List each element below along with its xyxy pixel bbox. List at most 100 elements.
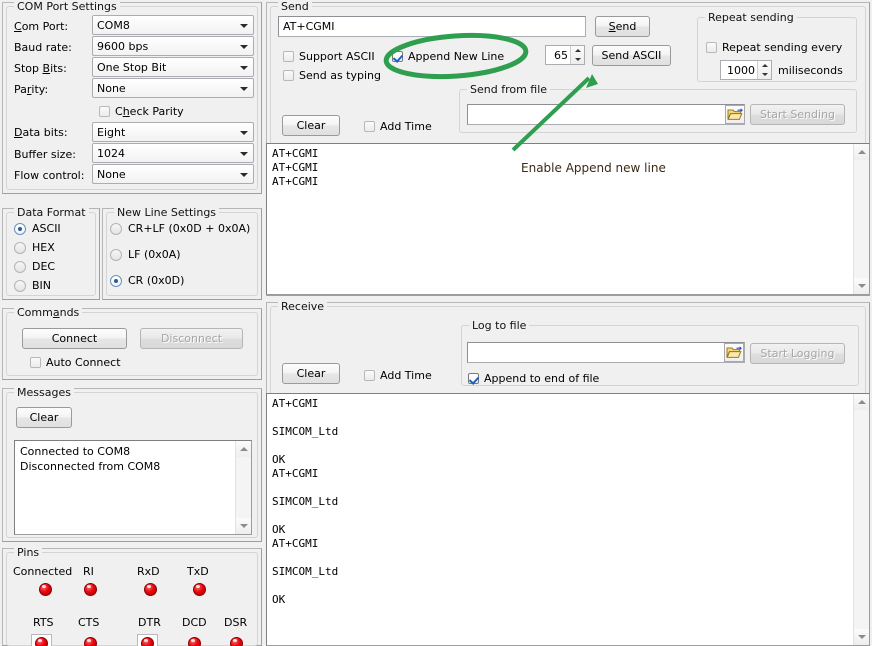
spinner-down-icon[interactable] <box>571 55 584 64</box>
checkbox-box <box>392 51 403 62</box>
pin-label-connected: Connected <box>13 565 72 578</box>
radio-data-format-hex[interactable]: HEX <box>14 241 55 254</box>
repeat-sending-checkbox[interactable]: Repeat sending every <box>706 41 842 54</box>
repeat-unit-label: miliseconds <box>778 64 843 77</box>
flow-control-combo[interactable]: None <box>92 164 254 184</box>
receive-log[interactable]: AT+CGMI SIMCOM_Ltd OK AT+CGMI SIMCOM_Ltd… <box>266 393 870 646</box>
stop-bits-label: Stop Bits: <box>14 62 67 75</box>
stop-bits-combo[interactable]: One Stop Bit <box>92 57 254 77</box>
radio-dot <box>110 249 122 261</box>
send-from-file-browse-button[interactable] <box>725 105 745 124</box>
send-as-typing-checkbox[interactable]: Send as typing <box>283 69 381 82</box>
pin-label-dsr: DSR <box>224 616 247 629</box>
flow-control-value: None <box>97 168 126 181</box>
connect-button[interactable]: Connect <box>22 328 127 349</box>
radio-dot <box>14 242 26 254</box>
radio-newline-cr[interactable]: CR (0x0D) <box>110 274 184 287</box>
spinner-up-icon[interactable] <box>571 46 584 55</box>
ascii-code-value: 65 <box>546 46 570 64</box>
parity-combo[interactable]: None <box>92 78 254 98</box>
send-ascii-label: Send ASCII <box>602 49 662 62</box>
chevron-down-icon <box>240 45 248 49</box>
radio-data-format-bin[interactable]: BIN <box>14 279 51 292</box>
send-clear-button[interactable]: Clear <box>282 115 340 136</box>
pin-label-dcd: DCD <box>182 616 207 629</box>
send-ascii-button[interactable]: Send ASCII <box>592 45 671 66</box>
buffer-size-combo[interactable]: 1024 <box>92 143 254 163</box>
scroll-down-icon[interactable] <box>854 278 869 294</box>
scroll-up-icon[interactable] <box>854 394 869 410</box>
checkbox-box <box>468 373 479 384</box>
spinner-up-icon[interactable] <box>758 61 771 70</box>
repeat-sending-title: Repeat sending <box>705 11 797 24</box>
log-to-file-input[interactable] <box>467 342 745 363</box>
radio-dot <box>110 275 122 287</box>
parity-value: None <box>97 82 126 95</box>
new-line-settings-title: New Line Settings <box>114 206 219 219</box>
send-as-typing-label: Send as typing <box>299 69 381 82</box>
scroll-up-icon[interactable] <box>854 144 869 160</box>
receive-log-scrollbar[interactable] <box>853 394 869 645</box>
pin-led-dcd <box>188 637 201 646</box>
folder-open-icon <box>726 106 744 123</box>
scroll-up-icon[interactable] <box>236 441 251 457</box>
clear-label: Clear <box>30 411 59 424</box>
radio-newline-crlf[interactable]: CR+LF (0x0D + 0x0A) <box>110 222 250 235</box>
pin-led-ri <box>84 583 97 596</box>
messages-log[interactable]: Connected to COM8 Disconnected from COM8 <box>14 440 252 535</box>
spinner-buttons[interactable] <box>570 46 584 64</box>
support-ascii-label: Support ASCII <box>299 50 375 63</box>
messages-scrollbar[interactable] <box>235 441 251 534</box>
spinner-buttons[interactable] <box>757 61 771 79</box>
radio-label: DEC <box>32 260 55 273</box>
send-add-time-label: Add Time <box>380 120 432 133</box>
baud-rate-combo[interactable]: 9600 bps <box>92 36 254 56</box>
send-add-time-checkbox[interactable]: Add Time <box>364 120 432 133</box>
com-port-combo[interactable]: COM8 <box>92 15 254 35</box>
disconnect-label: Disconnect <box>161 332 222 345</box>
receive-log-text: AT+CGMI SIMCOM_Ltd OK AT+CGMI SIMCOM_Ltd… <box>272 397 849 607</box>
spinner-down-icon[interactable] <box>758 70 771 79</box>
send-from-file-input[interactable] <box>467 104 745 125</box>
receive-title: Receive <box>278 300 327 313</box>
auto-connect-label: Auto Connect <box>46 356 121 369</box>
support-ascii-checkbox[interactable]: Support ASCII <box>283 50 375 63</box>
parity-label: Parity: <box>14 83 48 96</box>
radio-data-format-ascii[interactable]: ASCII <box>14 222 61 235</box>
start-logging-button[interactable]: Start Logging <box>750 343 845 364</box>
disconnect-button[interactable]: Disconnect <box>140 328 243 349</box>
send-command-value: AT+CGMI <box>283 20 335 33</box>
append-new-line-checkbox[interactable]: Append New Line <box>392 50 504 63</box>
start-sending-button[interactable]: Start Sending <box>750 104 845 125</box>
radio-dot <box>14 261 26 273</box>
serial-terminal-window: COM Port Settings Com Port: COM8 Baud ra… <box>0 0 872 646</box>
radio-dot <box>14 280 26 292</box>
scroll-down-icon[interactable] <box>854 629 869 645</box>
ascii-code-spinner[interactable]: 65 <box>545 45 585 65</box>
send-log-scrollbar[interactable] <box>853 144 869 294</box>
folder-open-icon <box>725 344 743 361</box>
repeat-interval-spinner[interactable]: 1000 <box>720 60 772 80</box>
clear-label: Clear <box>297 367 326 380</box>
receive-clear-button[interactable]: Clear <box>282 363 340 384</box>
radio-newline-lf[interactable]: LF (0x0A) <box>110 248 181 261</box>
scroll-down-icon[interactable] <box>236 518 251 534</box>
clear-label: Clear <box>297 119 326 132</box>
check-parity-checkbox[interactable]: Check Parity <box>99 105 184 118</box>
send-button[interactable]: Send <box>595 16 650 37</box>
pin-led-cts <box>84 637 97 646</box>
messages-clear-button[interactable]: Clear <box>16 407 72 428</box>
pin-led-connected <box>39 583 52 596</box>
log-to-file-browse-button[interactable] <box>724 343 744 362</box>
receive-add-time-checkbox[interactable]: Add Time <box>364 369 432 382</box>
pin-label-cts: CTS <box>78 616 99 629</box>
append-to-end-of-file-checkbox[interactable]: Append to end of file <box>468 372 599 385</box>
radio-data-format-dec[interactable]: DEC <box>14 260 55 273</box>
data-bits-combo[interactable]: Eight <box>92 122 254 142</box>
auto-connect-checkbox[interactable]: Auto Connect <box>30 356 121 369</box>
append-to-end-label: Append to end of file <box>484 372 599 385</box>
start-logging-label: Start Logging <box>760 347 834 360</box>
send-command-input[interactable]: AT+CGMI <box>278 16 586 37</box>
annotation-text: Enable Append new line <box>521 161 666 175</box>
send-from-file-title: Send from file <box>467 83 550 96</box>
